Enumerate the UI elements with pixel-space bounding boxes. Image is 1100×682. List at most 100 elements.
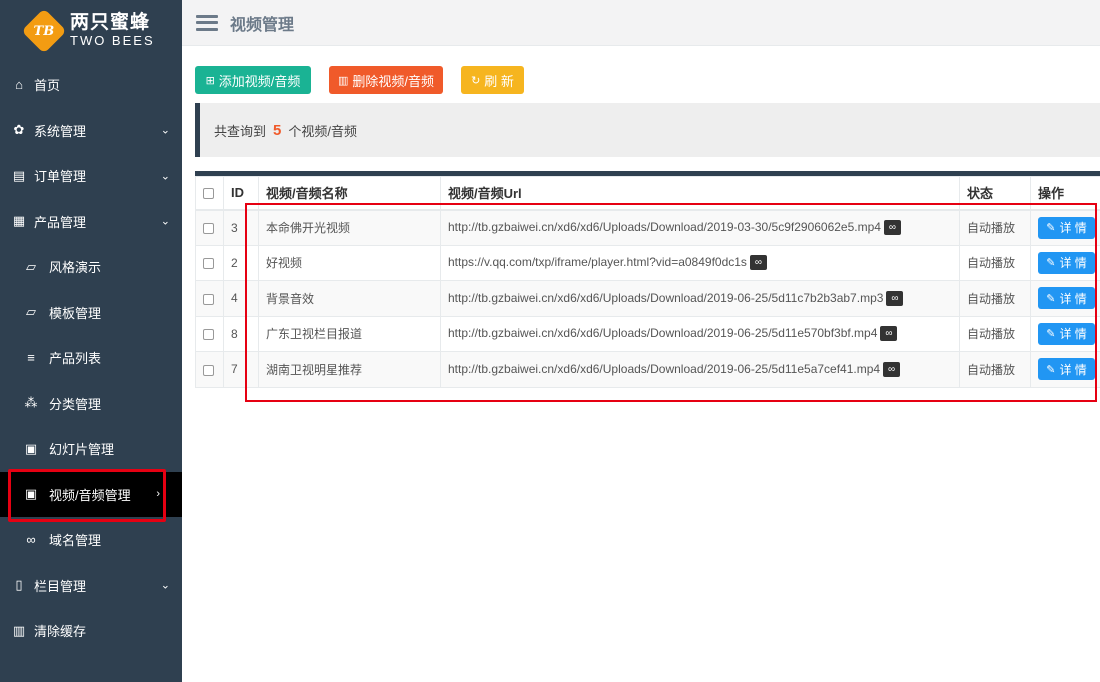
refresh-button[interactable]: ↻ 刷 新: [461, 66, 524, 94]
bars-icon: ≡: [27, 350, 35, 366]
sidebar-item[interactable]: ▱ 模板管理: [0, 290, 182, 336]
table-row: 8 广东卫视栏目报道 http://tb.gzbaiwei.cn/xd6/xd6/U…: [195, 315, 1100, 352]
detail-button[interactable]: ✎ 详 情: [1038, 216, 1095, 239]
trash-icon: ▥: [337, 74, 349, 87]
row-url-cell: http://tb.gzbaiwei.cn/xd6/xd6/Uploads/Do…: [440, 280, 960, 317]
sidebar-item[interactable]: ▤ 订单管理 ⌄: [0, 153, 182, 199]
logo[interactable]: TB 两只蜜蜂 TWO BEES: [0, 0, 182, 62]
row-select-cell[interactable]: [195, 244, 224, 281]
refresh-icon: ↻: [471, 74, 481, 87]
sidebar-item[interactable]: ▥ 清除缓存: [0, 608, 182, 654]
row-id: 7: [223, 351, 259, 388]
video-file-icon: ▣: [24, 486, 38, 502]
detail-button[interactable]: ✎ 详 情: [1038, 358, 1095, 381]
sidebar-item[interactable]: ≡ 产品列表: [0, 335, 182, 381]
summary-prefix: 共查询到: [214, 123, 267, 139]
sidebar-item[interactable]: ✿ 系统管理 ⌄: [0, 108, 182, 154]
table-row: 4 背景音效 http://tb.gzbaiwei.cn/xd6/xd6/Uploa…: [195, 280, 1100, 317]
chevron-down-icon: ⌄: [160, 215, 170, 228]
sidebar-item-label: 分类管理: [49, 396, 102, 412]
sidebar-item-label: 订单管理: [34, 169, 87, 185]
select-all-cell[interactable]: [195, 176, 224, 211]
sidebar-item-label: 模板管理: [49, 305, 102, 321]
row-select-cell[interactable]: [195, 315, 224, 352]
add-media-label: 添加视频/音频: [218, 73, 301, 89]
summary-suffix: 个视频/音频: [288, 123, 357, 139]
edit-icon: ✎: [1046, 328, 1056, 341]
row-actions: ✎ 详 情: [1030, 315, 1100, 352]
logo-icon: TB: [21, 8, 67, 54]
add-media-button[interactable]: ⊞ 添加视频/音频: [195, 66, 311, 94]
logo-name-cn: 两只蜜蜂: [70, 12, 151, 34]
col-name: 视频/音频名称: [258, 176, 441, 211]
sidebar-item-label: 首页: [34, 78, 61, 94]
sidebar-item[interactable]: ▣ 幻灯片管理: [0, 426, 182, 472]
image-icon: ▣: [24, 440, 38, 456]
row-select-cell[interactable]: [195, 209, 224, 246]
row-name: 广东卫视栏目报道: [258, 315, 441, 352]
row-url: http://tb.gzbaiwei.cn/xd6/xd6/Uploads/Do…: [448, 326, 878, 341]
row-select-cell[interactable]: [195, 351, 224, 388]
row-url-cell: http://tb.gzbaiwei.cn/xd6/xd6/Uploads/Do…: [440, 351, 960, 388]
row-checkbox[interactable]: [203, 364, 214, 376]
detail-button[interactable]: ✎ 详 情: [1038, 251, 1095, 274]
row-checkbox[interactable]: [203, 222, 214, 234]
sidebar-nav: ⌂ 首页 ✿ 系统管理 ⌄ ▤ 订单管理 ⌄ ▦ 产品管理 ⌄ ▱ 风格演示 ▱ 模板管理 ≡ 产品列表 ⁂ 分类管…: [0, 62, 182, 654]
sidebar-item-label: 幻灯片管理: [49, 442, 115, 458]
result-summary: 共查询到 5 个视频/音频: [195, 103, 1100, 157]
row-actions: ✎ 详 情: [1030, 351, 1100, 388]
row-name: 本命佛开光视频: [258, 209, 441, 246]
sidebar-item[interactable]: ▯ 栏目管理 ⌄: [0, 563, 182, 609]
row-url-cell: http://tb.gzbaiwei.cn/xd6/xd6/Uploads/Do…: [440, 315, 960, 352]
detail-button[interactable]: ✎ 详 情: [1038, 322, 1095, 345]
grid-icon: ▦: [12, 213, 26, 229]
row-url: http://tb.gzbaiwei.cn/xd6/xd6/Uploads/Do…: [448, 290, 884, 305]
link-icon[interactable]: ∞: [886, 290, 904, 306]
delete-media-button[interactable]: ▥ 删除视频/音频: [329, 66, 443, 94]
row-id: 4: [223, 280, 259, 317]
row-status: 自动播放: [959, 280, 1031, 317]
sidebar-item[interactable]: ⁂ 分类管理: [0, 381, 182, 427]
link-icon[interactable]: ∞: [883, 220, 901, 236]
header: 视频管理: [182, 0, 1100, 46]
row-name: 湖南卫视明星推荐: [258, 351, 441, 388]
detail-label: 详 情: [1059, 362, 1087, 377]
row-checkbox[interactable]: [203, 293, 214, 305]
trash-icon: ▥: [12, 622, 26, 638]
col-status: 状态: [959, 176, 1031, 211]
link-icon[interactable]: ∞: [883, 361, 901, 377]
row-status: 自动播放: [959, 315, 1031, 352]
list-icon: ▤: [12, 167, 26, 183]
row-url-cell: http://tb.gzbaiwei.cn/xd6/xd6/Uploads/Do…: [440, 209, 960, 246]
row-checkbox[interactable]: [203, 329, 214, 341]
row-actions: ✎ 详 情: [1030, 280, 1100, 317]
table-row: 3 本命佛开光视频 http://tb.gzbaiwei.cn/xd6/xd6/Up…: [195, 209, 1100, 246]
sidebar-item[interactable]: ▱ 风格演示: [0, 244, 182, 290]
row-url: https://v.qq.com/txp/iframe/player.html?…: [448, 255, 747, 270]
detail-button[interactable]: ✎ 详 情: [1038, 287, 1095, 310]
sidebar-item[interactable]: ▦ 产品管理 ⌄: [0, 199, 182, 245]
row-status: 自动播放: [959, 209, 1031, 246]
select-all-checkbox[interactable]: [203, 188, 214, 200]
gear-icon: ✿: [13, 122, 25, 138]
link-icon[interactable]: ∞: [880, 326, 898, 342]
link-icon: ∞: [26, 532, 36, 548]
home-icon: ⌂: [15, 77, 23, 93]
detail-label: 详 情: [1059, 327, 1087, 342]
row-url: http://tb.gzbaiwei.cn/xd6/xd6/Uploads/Do…: [448, 361, 881, 376]
logo-name-en: TWO BEES: [70, 33, 155, 49]
page-title: 视频管理: [230, 16, 295, 34]
sidebar-item[interactable]: ∞ 域名管理: [0, 517, 182, 563]
col-actions: 操作: [1030, 176, 1100, 211]
logo-mark: TB: [33, 23, 55, 39]
sidebar-item[interactable]: ⌂ 首页: [0, 62, 182, 108]
sidebar-item[interactable]: ▣ 视频/音频管理 ›: [0, 471, 182, 517]
row-checkbox[interactable]: [203, 258, 214, 270]
link-icon[interactable]: ∞: [749, 255, 767, 271]
edit-icon: ✎: [1046, 222, 1056, 234]
edit-icon: ✎: [1046, 257, 1056, 270]
media-table-container: ID 视频/音频名称 视频/音频Url 状态 操作 3 本命佛开光视频 http:/…: [195, 171, 1100, 388]
menu-toggle-icon[interactable]: [196, 14, 218, 31]
row-select-cell[interactable]: [195, 280, 224, 317]
chevron-down-icon: ⌄: [160, 124, 170, 137]
